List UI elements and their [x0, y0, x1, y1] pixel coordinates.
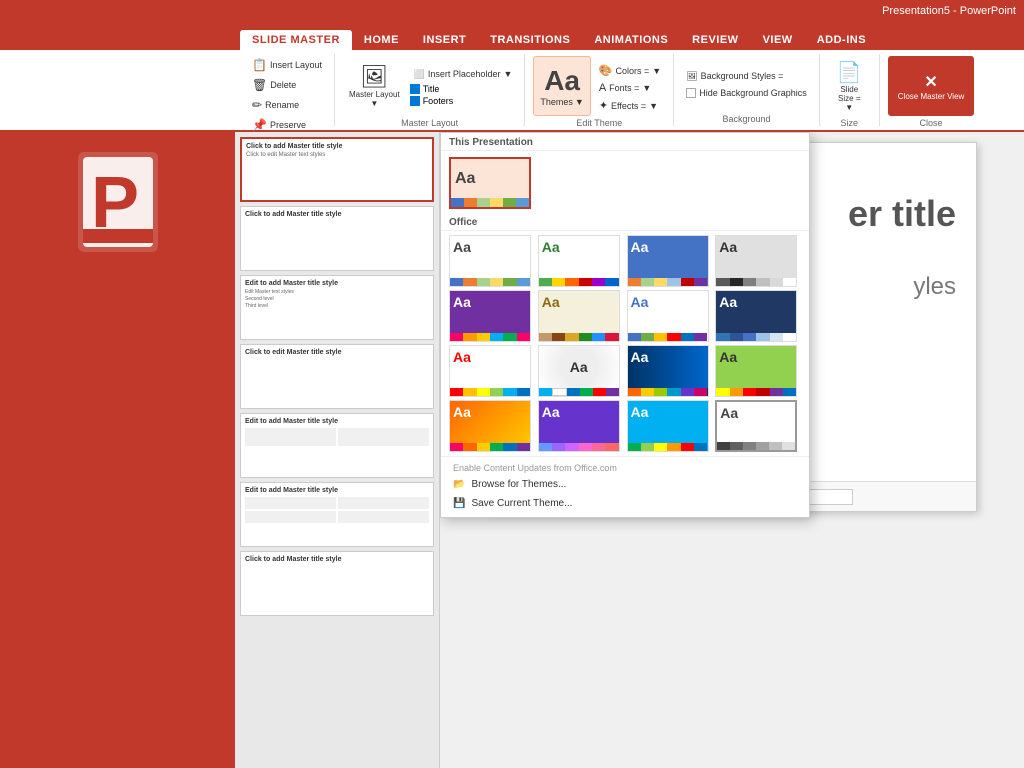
browse-themes-button[interactable]: 📂 Browse for Themes... [449, 475, 801, 494]
delete-button[interactable]: 🗑 Delete [248, 76, 300, 94]
theme-item-9[interactable]: Aa [449, 345, 531, 397]
enable-updates-text: Enable Content Updates from Office.com [449, 461, 801, 475]
canvas-area: er title yles This Presentation Aa [440, 132, 1024, 768]
slide-thumb-3[interactable]: Edit to add Master title style Edit Mast… [240, 275, 434, 340]
theme-item-4[interactable]: Aa [715, 235, 797, 287]
close-master-view-button[interactable]: ✕ Close Master View [888, 56, 975, 116]
theme-item-3[interactable]: Aa [627, 235, 709, 287]
theme-item-10[interactable]: Aa [538, 345, 620, 397]
rename-button[interactable]: ✏ Rename [248, 96, 303, 114]
master-layout-label: Master Layout [401, 118, 458, 128]
themes-icon: Aa [544, 65, 580, 97]
theme-item-12[interactable]: Aa [715, 345, 797, 397]
tab-transitions[interactable]: TRANSITIONS [478, 30, 582, 50]
slide-panel: Click to add Master title style Click to… [235, 132, 440, 768]
background-styles-icon: 🖼 [686, 71, 697, 82]
themes-grid: Aa Aa Aa Aa [441, 231, 809, 456]
ribbon-tabs: SLIDE MASTER HOME INSERT TRANSITIONS ANI… [0, 22, 1024, 50]
theme-item-16[interactable]: Aa [715, 400, 797, 452]
save-theme-icon: 💾 [453, 498, 465, 509]
close-group: ✕ Close Master View Close [880, 54, 983, 126]
background-label: Background [722, 114, 770, 124]
ribbon-content: 📋 Insert Layout 🗑 Delete ✏ Rename 📌 Pres… [0, 50, 1024, 132]
title-bar-text: Presentation5 - PowerPoint [882, 5, 1016, 17]
current-theme-item[interactable]: Aa [449, 157, 531, 209]
powerpoint-logo-svg: P [73, 147, 163, 257]
effects-button[interactable]: ✦ Effects = ▼ [595, 97, 665, 114]
edit-master-group: 📋 Insert Layout 🗑 Delete ✏ Rename 📌 Pres… [240, 54, 335, 126]
tab-insert[interactable]: INSERT [411, 30, 478, 50]
slide-thumb-4[interactable]: Click to edit Master title style [240, 344, 434, 409]
this-presentation-theme: Aa [441, 151, 809, 215]
size-label: Size [841, 118, 859, 128]
slide-size-button[interactable]: 📄 Slide Size = ▼ [831, 56, 868, 116]
tab-animations[interactable]: ANIMATIONS [582, 30, 680, 50]
delete-icon: 🗑 [252, 78, 267, 92]
master-layout-group: 🖼 Master Layout ▼ ⬜ Insert Placeholder ▼… [335, 54, 525, 126]
ppt-logo: P [68, 142, 168, 262]
save-theme-button[interactable]: 💾 Save Current Theme... [449, 494, 801, 513]
theme-item-14[interactable]: Aa [538, 400, 620, 452]
slide-title-text: er title [848, 193, 956, 235]
theme-item-13[interactable]: Aa [449, 400, 531, 452]
slide-size-icon: 📄 [837, 60, 862, 85]
slide-thumb-2[interactable]: Click to add Master title style [240, 206, 434, 271]
hide-background-graphics-button[interactable]: Hide Background Graphics [682, 86, 811, 100]
theme-item-5[interactable]: Aa [449, 290, 531, 342]
fonts-button[interactable]: A Fonts = ▼ [595, 80, 665, 96]
theme-item-6[interactable]: Aa [538, 290, 620, 342]
main-layout: P Click to add Master title style Click … [0, 132, 1024, 768]
colors-icon: 🎨 [599, 64, 613, 77]
theme-item-15[interactable]: Aa [627, 400, 709, 452]
master-layout-button[interactable]: 🖼 Master Layout ▼ [343, 56, 406, 116]
slide-thumb-1[interactable]: Click to add Master title style Click to… [240, 137, 434, 202]
title-checkbox-box[interactable] [410, 84, 420, 94]
edit-theme-label: Edit Theme [576, 118, 622, 128]
tab-view[interactable]: VIEW [751, 30, 805, 50]
size-group: 📄 Slide Size = ▼ Size [820, 54, 880, 126]
master-layout-icon: 🖼 [360, 64, 388, 90]
ppt-logo-area: P [0, 132, 235, 768]
slide-thumb-6[interactable]: Edit to add Master title style [240, 482, 434, 547]
slide-thumb-7[interactable]: Click to add Master title style [240, 551, 434, 616]
title-bar: Presentation5 - PowerPoint [0, 0, 1024, 22]
title-checkbox[interactable]: Title [410, 84, 517, 94]
effects-icon: ✦ [599, 99, 608, 112]
insert-layout-button[interactable]: 📋 Insert Layout [248, 56, 326, 74]
theme-item-7[interactable]: Aa [627, 290, 709, 342]
tab-review[interactable]: REVIEW [680, 30, 750, 50]
slide-subtitle-text: yles [913, 273, 956, 301]
close-label: Close [920, 118, 943, 128]
fonts-icon: A [599, 82, 606, 94]
background-group: 🖼 Background Styles = Hide Background Gr… [674, 54, 820, 126]
theme-item-2[interactable]: Aa [538, 235, 620, 287]
insert-layout-icon: 📋 [252, 58, 267, 72]
theme-item-11[interactable]: Aa [627, 345, 709, 397]
theme-item-8[interactable]: Aa [715, 290, 797, 342]
rename-icon: ✏ [252, 98, 262, 112]
insert-placeholder-button[interactable]: ⬜ Insert Placeholder ▼ [410, 67, 517, 82]
themes-footer: Enable Content Updates from Office.com 📂… [441, 456, 809, 517]
theme-item-1[interactable]: Aa [449, 235, 531, 287]
themes-dropdown: This Presentation Aa Office [440, 132, 810, 518]
insert-placeholder-icon: ⬜ [414, 69, 425, 80]
tab-slide-master[interactable]: SLIDE MASTER [240, 30, 352, 50]
edit-theme-group: Aa Themes ▼ 🎨 Colors = ▼ A Fonts = ▼ [525, 54, 674, 126]
tab-add-ins[interactable]: ADD-INS [805, 30, 878, 50]
footers-checkbox[interactable]: Footers [410, 96, 517, 106]
slide-thumb-5[interactable]: Edit to add Master title style [240, 413, 434, 478]
themes-button[interactable]: Aa Themes ▼ [533, 56, 590, 116]
footers-checkbox-box[interactable] [410, 96, 420, 106]
preserve-icon: 📌 [252, 118, 267, 132]
this-presentation-header: This Presentation [441, 133, 809, 151]
colors-button[interactable]: 🎨 Colors = ▼ [595, 62, 665, 79]
browse-themes-icon: 📂 [453, 479, 465, 490]
background-styles-button[interactable]: 🖼 Background Styles = [682, 69, 787, 84]
close-master-icon: ✕ [924, 72, 937, 92]
tab-home[interactable]: HOME [352, 30, 411, 50]
office-header: Office [441, 215, 809, 231]
hide-bg-checkbox[interactable] [686, 88, 696, 98]
